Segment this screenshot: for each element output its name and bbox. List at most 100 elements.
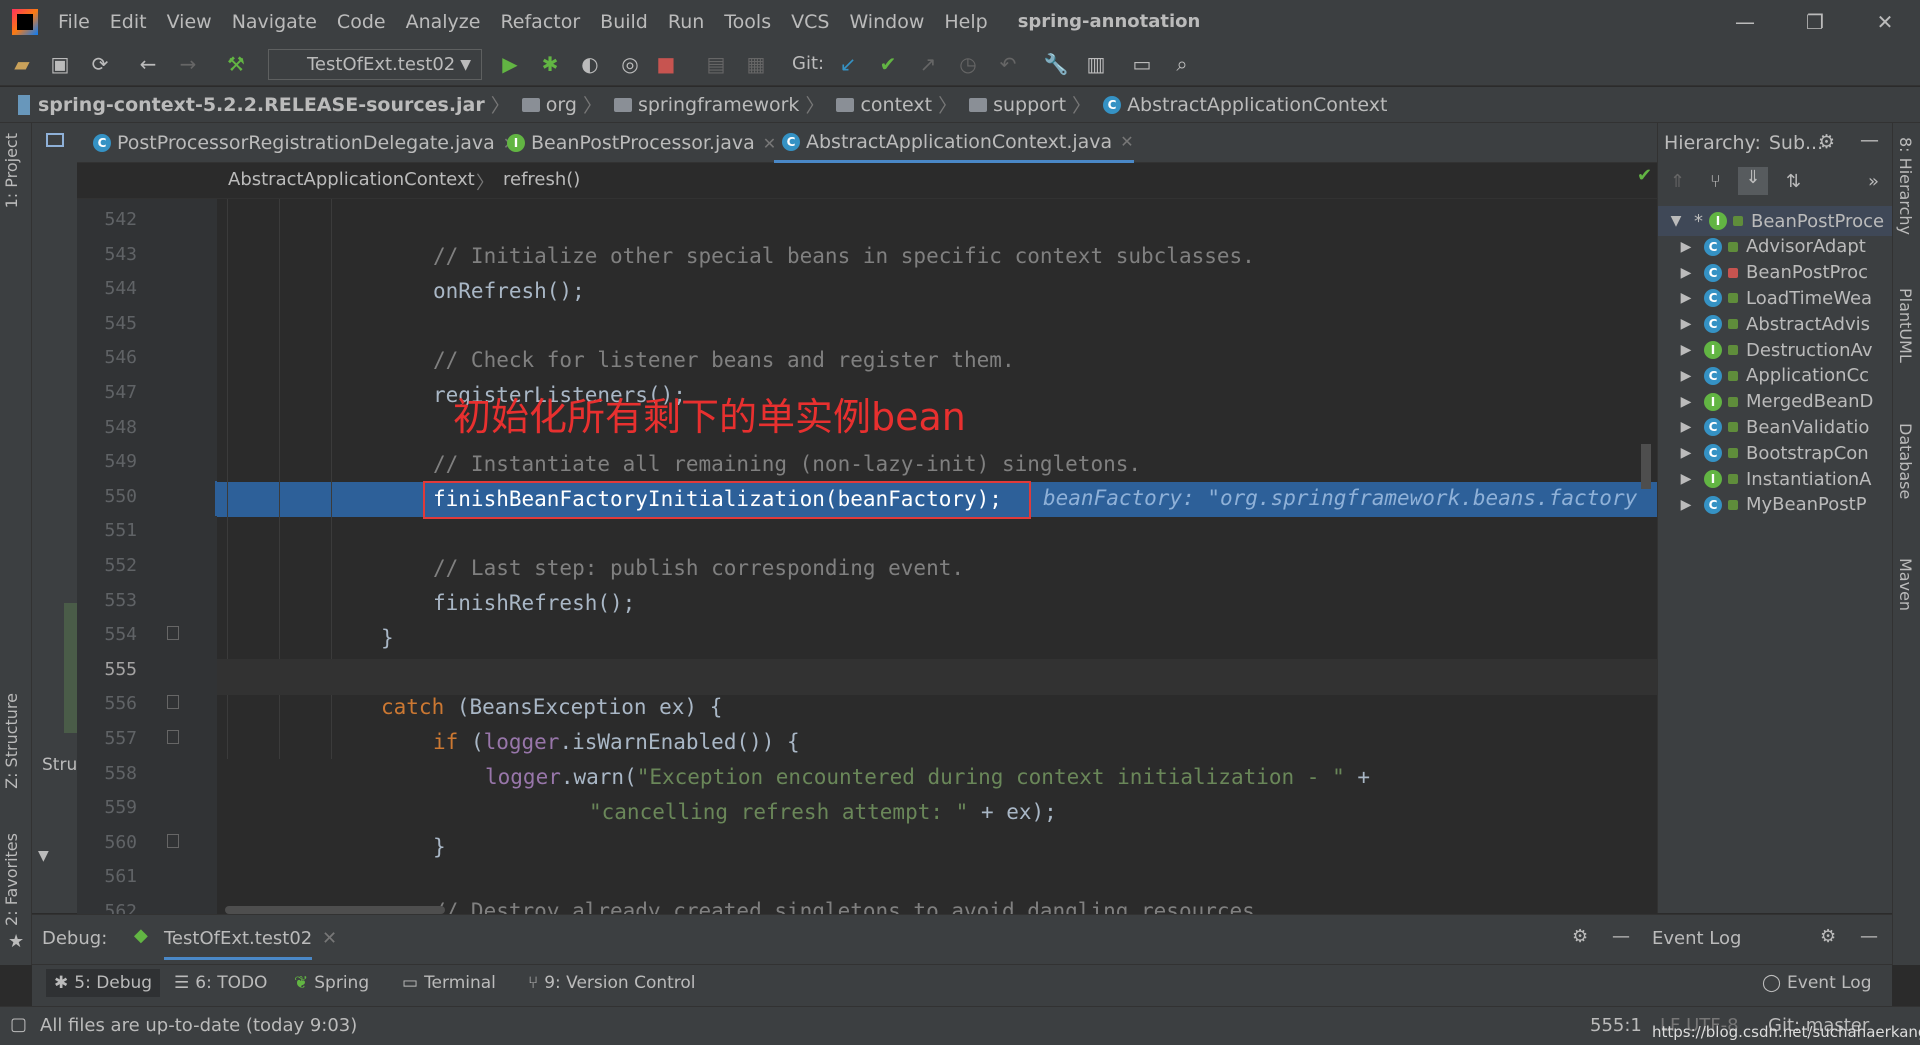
menu-view[interactable]: View [167, 11, 212, 33]
fold-marker-icon[interactable] [167, 695, 179, 710]
crumb-springframework[interactable]: springframework 〉 [613, 91, 831, 118]
crumb-context[interactable]: context 〉 [836, 91, 963, 118]
fold-marker-icon[interactable] [167, 833, 179, 848]
menu-tools[interactable]: Tools [724, 11, 771, 33]
coverage-icon[interactable]: ◐ [578, 52, 602, 76]
project-structure-icon[interactable]: ▥ [1084, 52, 1108, 76]
git-push-icon[interactable]: ↗ [916, 52, 940, 76]
save-all-icon[interactable]: ▣ [48, 52, 72, 76]
settings-wrench-icon[interactable]: 🔧 [1044, 52, 1069, 76]
chevron-right-icon[interactable]: ▶ [1668, 445, 1704, 461]
synchronize-icon[interactable]: ⟳ [88, 52, 112, 76]
menu-navigate[interactable]: Navigate [232, 11, 317, 33]
debug-icon[interactable]: ✱ [538, 52, 562, 76]
tab-abstractapplicationcontext[interactable]: C AbstractApplicationContext.java ✕ [774, 123, 1134, 163]
vertical-scrollbar[interactable] [1641, 444, 1651, 489]
gear-icon[interactable]: ⚙ [1818, 131, 1835, 153]
chevron-right-icon[interactable]: ▶ [1668, 471, 1704, 487]
structure-tool-tab[interactable]: Z: Structure [2, 693, 21, 789]
database-tool-tab[interactable]: Database [1896, 423, 1915, 499]
close-icon[interactable]: ✕ [1120, 132, 1133, 151]
search-icon[interactable]: ⌕ [1170, 52, 1194, 76]
run-icon[interactable]: ▶ [498, 52, 522, 76]
tab-debug[interactable]: ✱ 5: Debug [46, 969, 161, 997]
horizontal-scrollbar[interactable] [225, 906, 445, 914]
menu-file[interactable]: File [58, 11, 90, 33]
menu-code[interactable]: Code [337, 11, 386, 33]
minimize-button[interactable]: — [1710, 0, 1780, 43]
menu-analyze[interactable]: Analyze [406, 11, 481, 33]
profile-icon[interactable]: ◎ [618, 52, 642, 76]
menu-help[interactable]: Help [944, 11, 987, 33]
gear-icon[interactable]: ⚙ [1820, 926, 1836, 947]
plantuml-tool-tab[interactable]: PlantUML [1896, 288, 1915, 363]
collapse-triangle-icon[interactable]: ▼ [38, 848, 49, 864]
stop-icon[interactable]: ■ [654, 52, 678, 76]
chevron-right-icon[interactable]: ▶ [1668, 239, 1704, 255]
close-icon[interactable]: ✕ [322, 928, 337, 949]
run-configuration-select[interactable]: TestOfExt.test02 ▼ [268, 49, 482, 80]
crumb-support[interactable]: support 〉 [969, 91, 1097, 118]
back-icon[interactable]: ← [136, 52, 160, 76]
hide-icon[interactable]: — [1860, 926, 1878, 947]
menu-edit[interactable]: Edit [110, 11, 147, 33]
debug-session-tab[interactable]: TestOfExt.test02 [164, 928, 313, 960]
gear-icon[interactable]: ⚙ [1572, 926, 1588, 947]
chevron-right-icon[interactable]: ▶ [1668, 342, 1704, 358]
menu-run[interactable]: Run [668, 11, 704, 33]
menu-vcs[interactable]: VCS [791, 11, 829, 33]
sort-alpha-icon[interactable]: ⇅ [1786, 171, 1801, 192]
crumb-method-name[interactable]: refresh() [503, 169, 580, 190]
chevron-right-icon[interactable]: ▶ [1668, 290, 1704, 306]
menu-build[interactable]: Build [600, 11, 648, 33]
forward-icon[interactable]: → [176, 52, 200, 76]
chevron-right-icon[interactable]: ▶ [1668, 368, 1704, 384]
favorites-tool-tab[interactable]: 2: Favorites [2, 833, 21, 926]
chevron-right-icon[interactable]: ▶ [1668, 419, 1704, 435]
event-log-button[interactable]: ◯ Event Log [1762, 973, 1872, 993]
tab-version-control[interactable]: ⑂ 9: Version Control [528, 973, 696, 993]
hierarchy-item[interactable]: ▶ C MyBeanPostP [1658, 490, 1892, 520]
terminal-icon[interactable]: ▭ [1130, 52, 1154, 76]
subtypes-icon[interactable]: ⑂ [1710, 171, 1721, 192]
tab-beanpostprocessor[interactable]: I BeanPostProcessor.java ✕ [499, 123, 776, 163]
fold-marker-icon[interactable] [167, 626, 179, 641]
chevron-right-icon[interactable]: ▶ [1668, 265, 1704, 281]
git-rollback-icon[interactable]: ↶ [996, 52, 1020, 76]
menu-refactor[interactable]: Refactor [500, 11, 580, 33]
attach-icon[interactable]: ▤ [704, 52, 728, 76]
panel-layout-icon[interactable] [46, 133, 64, 147]
crumb-class-name[interactable]: AbstractApplicationContext [228, 169, 475, 190]
tab-postprocessorregistrationdelegate[interactable]: C PostProcessorRegistrationDelegate.java… [85, 123, 516, 163]
chevron-right-icon[interactable]: ▶ [1668, 394, 1704, 410]
restore-button[interactable]: ❐ [1780, 0, 1850, 43]
fold-marker-icon[interactable] [167, 730, 179, 744]
git-commit-icon[interactable]: ✔ [876, 52, 900, 76]
caret-position[interactable]: 555:1 [1590, 1015, 1642, 1036]
crumb-jar[interactable]: spring-context-5.2.2.RELEASE-sources.jar… [18, 91, 516, 118]
supertypes-icon[interactable]: ⇑ [1670, 171, 1685, 192]
status-panel-icon[interactable]: ▢ [10, 1014, 27, 1035]
chevron-right-icon[interactable]: ▶ [1668, 497, 1704, 513]
more-icon[interactable]: » [1868, 171, 1879, 192]
git-history-icon[interactable]: ◷ [956, 52, 980, 76]
build-hammer-icon[interactable]: ⚒ [224, 52, 248, 76]
tab-todo[interactable]: ☰ 6: TODO [174, 973, 267, 993]
tab-spring[interactable]: ❦ Spring [294, 973, 369, 993]
menu-window[interactable]: Window [849, 11, 924, 33]
git-update-icon[interactable]: ↙ [836, 52, 860, 76]
code-editor[interactable]: // Initialize other special beans in spe… [217, 199, 1657, 914]
hierarchy-tool-tab[interactable]: 8: Hierarchy [1896, 137, 1915, 235]
open-folder-icon[interactable]: ▰ [10, 52, 34, 76]
crumb-class[interactable]: C AbstractApplicationContext [1103, 94, 1387, 116]
chevron-down-icon[interactable]: ▼ [1658, 213, 1694, 229]
run-dashboard-icon[interactable]: ▦ [744, 52, 768, 76]
hierarchy-scope[interactable]: Sub... [1769, 132, 1823, 154]
close-window-button[interactable]: ✕ [1850, 0, 1920, 43]
project-tool-tab[interactable]: 1: Project [2, 133, 21, 208]
class-hierarchy-icon[interactable]: ⇓ [1738, 167, 1768, 195]
chevron-right-icon[interactable]: ▶ [1668, 316, 1704, 332]
hide-icon[interactable]: — [1860, 129, 1879, 151]
crumb-org[interactable]: org 〉 [521, 91, 608, 118]
hide-icon[interactable]: — [1612, 926, 1630, 947]
